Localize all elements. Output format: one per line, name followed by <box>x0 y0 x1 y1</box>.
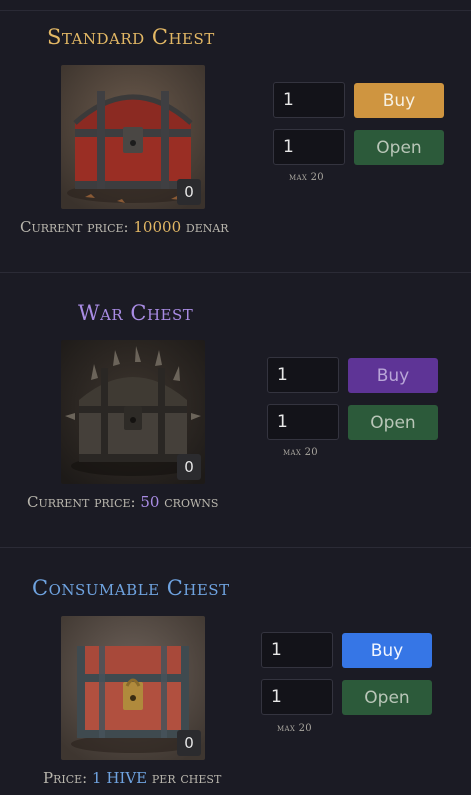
buy-quantity-input[interactable] <box>273 82 345 118</box>
owned-count-badge: 0 <box>177 730 201 756</box>
max-quantity-note: max 20 <box>289 172 324 183</box>
buy-button[interactable]: Buy <box>342 633 432 668</box>
open-button[interactable]: Open <box>354 130 444 165</box>
chest-image-war: 0 <box>61 340 205 484</box>
chest-title: Consumable Chest <box>32 576 230 600</box>
chest-title: Standard Chest <box>47 25 215 49</box>
chest-card-consumable: Consumable Chest 0 Price: 1 HIVE per che… <box>0 548 471 795</box>
buy-button[interactable]: Buy <box>348 358 438 393</box>
price-value: 10000 <box>133 218 182 236</box>
chest-image-standard: 0 <box>61 65 205 209</box>
price-value: 1 HIVE <box>92 769 148 787</box>
buy-quantity-input[interactable] <box>261 632 333 668</box>
price-line: Price: 1 HIVE per chest <box>43 769 221 787</box>
chest-card-war: War Chest 0 Current price: 50 crowns 1 B… <box>0 273 471 547</box>
owned-count-badge: 0 <box>177 454 201 480</box>
price-value: 50 <box>140 493 160 511</box>
chest-card-standard: Standard Chest 0 Current price: 10000 de… <box>0 0 471 272</box>
price-unit: denar <box>185 218 229 236</box>
price-label: Current price: <box>20 218 129 236</box>
price-line: Current price: 10000 denar <box>20 218 229 236</box>
open-button[interactable]: Open <box>342 680 432 715</box>
price-unit: crowns <box>164 493 219 511</box>
owned-count-badge: 0 <box>177 179 201 205</box>
buy-quantity-input[interactable] <box>267 357 339 393</box>
open-quantity-input[interactable] <box>261 679 333 715</box>
price-label: Current price: <box>27 493 136 511</box>
open-quantity-input[interactable] <box>267 404 339 440</box>
chest-title: War Chest <box>78 301 194 325</box>
max-quantity-note: max 20 <box>283 447 318 458</box>
price-line: Current price: 50 crowns <box>27 493 218 511</box>
open-quantity-input[interactable] <box>273 129 345 165</box>
max-quantity-note: max 20 <box>277 723 312 734</box>
chest-image-consumable: 0 <box>61 616 205 760</box>
buy-button[interactable]: Buy <box>354 83 444 118</box>
open-button[interactable]: Open <box>348 405 438 440</box>
price-unit: per chest <box>151 769 222 787</box>
price-label: Price: <box>43 769 88 787</box>
